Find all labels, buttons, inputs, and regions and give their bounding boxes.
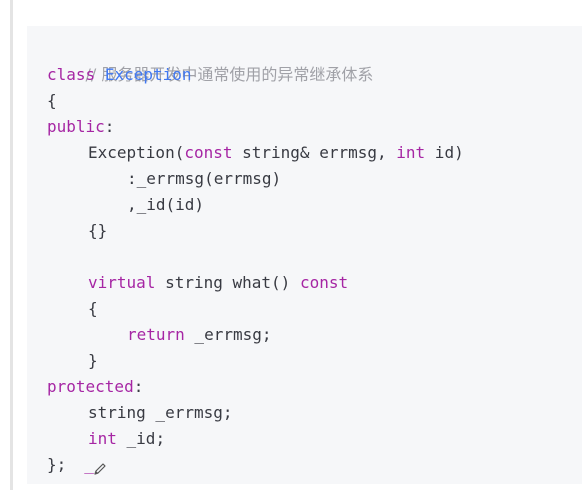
- code-line-fn-close: }: [27, 348, 582, 374]
- return-keyword: return: [127, 325, 185, 344]
- member-id: _id;: [116, 429, 166, 448]
- code-line-constructor: Exception(const string& errmsg, int id): [27, 140, 582, 166]
- class-keyword: class: [47, 65, 96, 84]
- protected-keyword: protected: [47, 377, 134, 396]
- pencil-icon[interactable]: [93, 458, 107, 484]
- fn-close-brace: }: [88, 351, 98, 370]
- ctor-name: Exception(: [88, 143, 185, 162]
- code-line-member-id: int _id;: [27, 426, 582, 452]
- class-name: Exception: [104, 65, 192, 84]
- protected-colon: :: [133, 377, 144, 396]
- int-keyword: int: [396, 143, 426, 162]
- code-line-init-id: ,_id(id): [27, 192, 582, 218]
- ctor-params-a: string& errmsg,: [232, 143, 397, 162]
- code-line-class-close: }; _: [27, 452, 582, 478]
- open-brace: {: [47, 91, 57, 110]
- class-close: };: [47, 455, 67, 474]
- virtual-keyword: virtual: [88, 273, 156, 292]
- member-errmsg: string _errmsg;: [88, 403, 233, 422]
- code-line-protected: protected:: [27, 374, 582, 400]
- code-line-member-errmsg: string _errmsg;: [27, 400, 582, 426]
- public-colon: :: [104, 117, 115, 136]
- public-keyword: public: [47, 117, 105, 136]
- int-keyword-2: int: [88, 429, 117, 448]
- code-block[interactable]: // 服务器开发中通常使用的异常继承体系 class Exception { p…: [27, 26, 582, 484]
- code-line-public: public:: [27, 114, 582, 140]
- init-errmsg: :_errmsg(errmsg): [127, 169, 282, 188]
- code-line-open-brace: {: [27, 88, 582, 114]
- fn-open-brace: {: [88, 299, 98, 318]
- return-expr: _errmsg;: [184, 325, 272, 344]
- ctor-empty-body: {}: [88, 221, 108, 240]
- ctor-params-b: id): [425, 143, 464, 162]
- code-line-return: return _errmsg;: [27, 322, 582, 348]
- code-line-class-decl: class Exception: [27, 62, 582, 88]
- const-keyword: const: [184, 143, 233, 162]
- code-line-init-errmsg: :_errmsg(errmsg): [27, 166, 582, 192]
- code-line-what-decl: virtual string what() const: [27, 270, 582, 296]
- init-id: ,_id(id): [127, 195, 205, 214]
- code-line-fn-open: {: [27, 296, 582, 322]
- code-line-ctor-body: {}: [27, 218, 582, 244]
- left-border-rule: [10, 0, 13, 490]
- code-line-comment: // 服务器开发中通常使用的异常继承体系: [27, 36, 582, 84]
- what-signature: string what(): [155, 273, 300, 292]
- const-keyword-2: const: [299, 273, 349, 292]
